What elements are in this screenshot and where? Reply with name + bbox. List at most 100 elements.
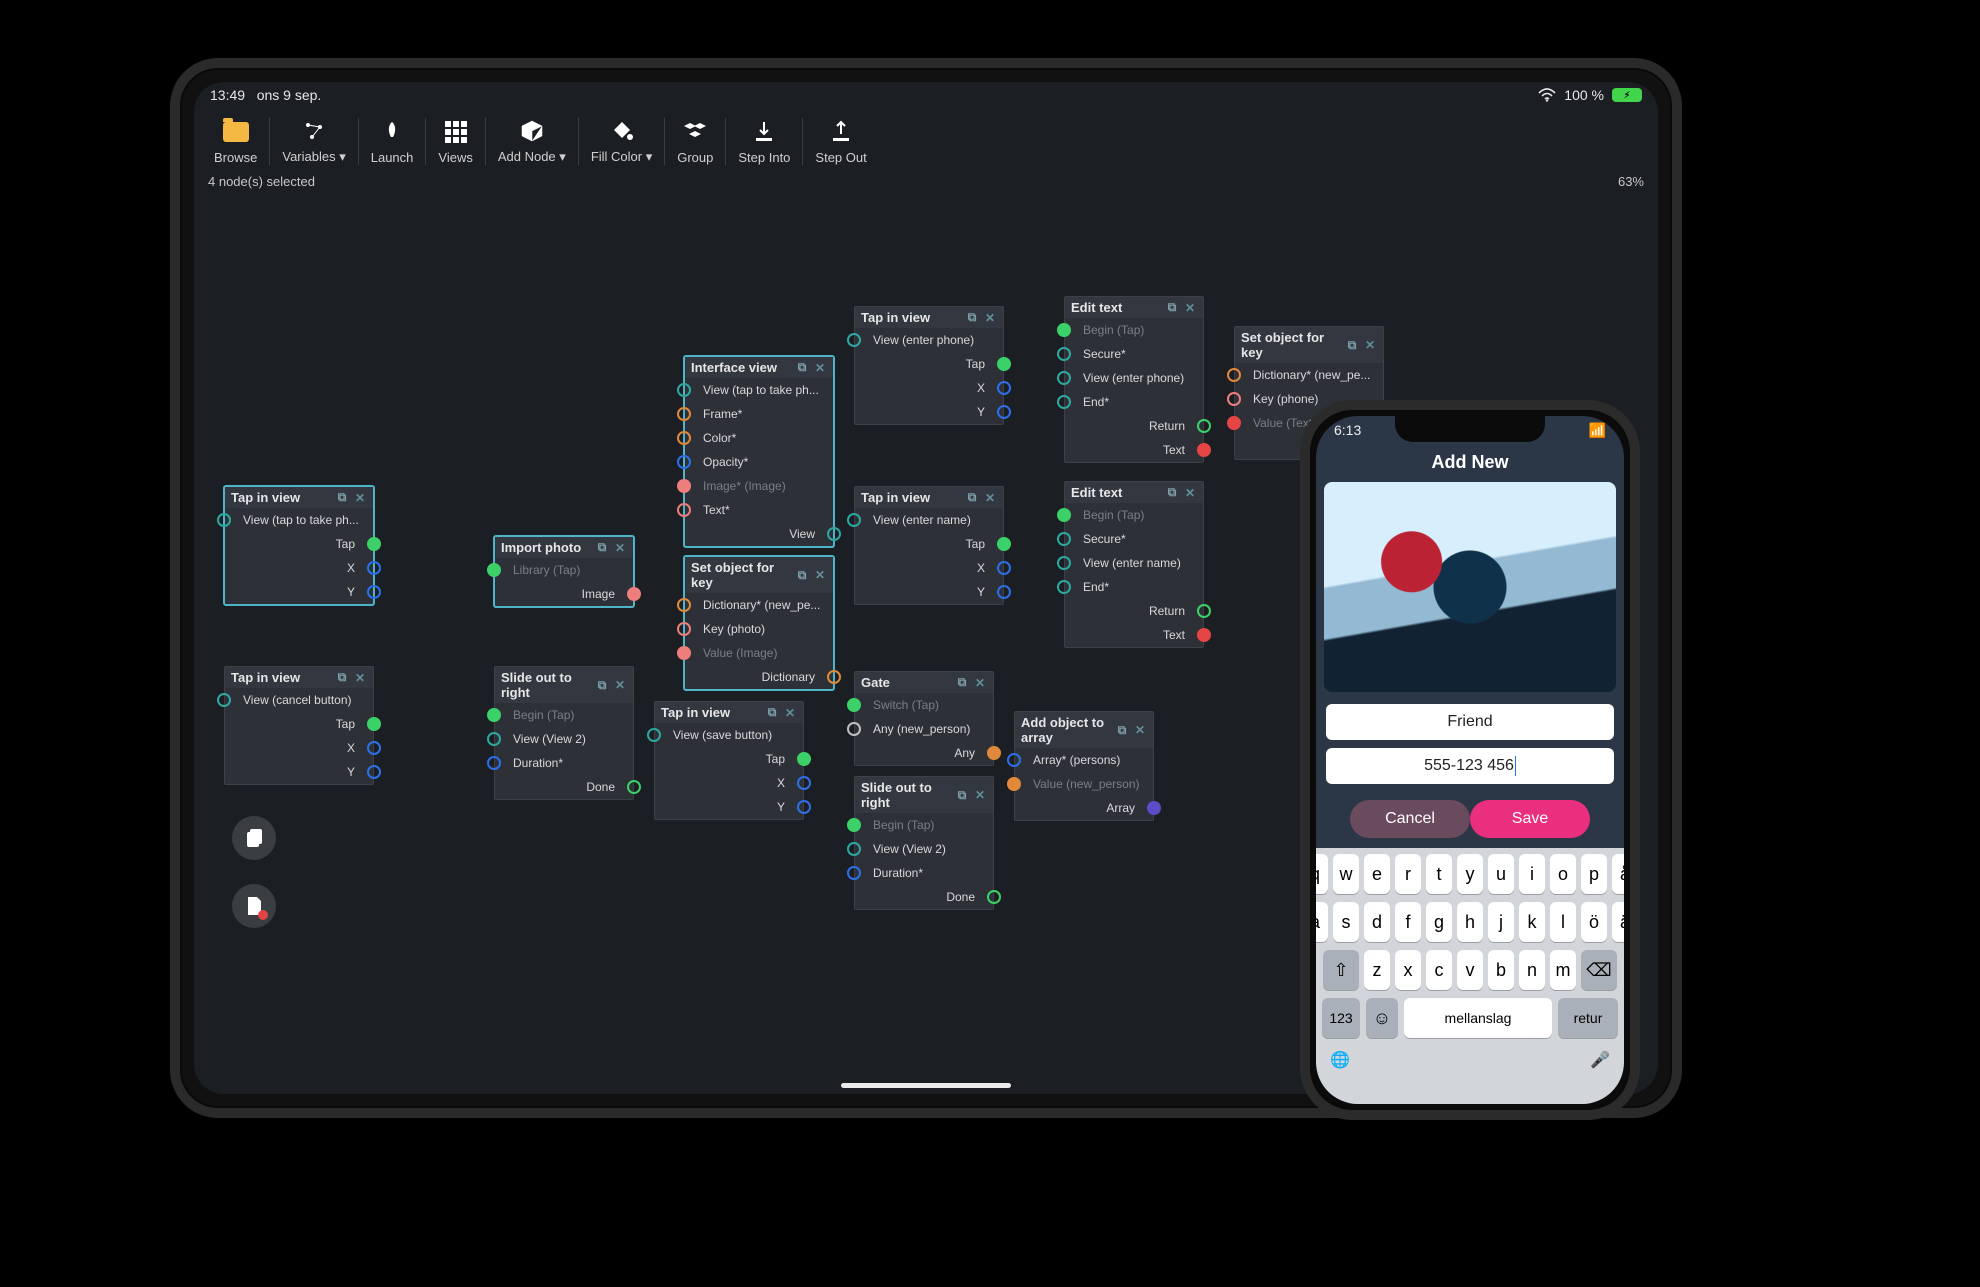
- node-edit-text-phone[interactable]: Edit text⧉✕ Begin (Tap) Secure* View (en…: [1064, 296, 1204, 463]
- key[interactable]: h: [1457, 902, 1483, 942]
- port[interactable]: [487, 563, 501, 577]
- port[interactable]: [1057, 347, 1071, 361]
- space-key[interactable]: mellanslag: [1404, 998, 1552, 1038]
- node-header[interactable]: Tap in view⧉✕: [855, 307, 1003, 328]
- key[interactable]: i: [1519, 854, 1545, 894]
- close-icon[interactable]: ✕: [783, 706, 797, 720]
- node-header[interactable]: Slide out to right⧉✕: [855, 777, 993, 813]
- node-header[interactable]: Set object for key⧉✕: [685, 557, 833, 593]
- numbers-key[interactable]: 123: [1322, 998, 1360, 1038]
- port[interactable]: [367, 585, 381, 599]
- copy-icon[interactable]: ⧉: [1165, 486, 1179, 500]
- close-icon[interactable]: ✕: [983, 311, 997, 325]
- copy-icon[interactable]: ⧉: [335, 671, 349, 685]
- port[interactable]: [1057, 580, 1071, 594]
- port[interactable]: [1197, 604, 1211, 618]
- close-icon[interactable]: ✕: [983, 491, 997, 505]
- port[interactable]: [847, 513, 861, 527]
- node-header[interactable]: Tap in view⧉✕: [655, 702, 803, 723]
- port[interactable]: [1197, 419, 1211, 433]
- cancel-button[interactable]: Cancel: [1350, 800, 1470, 838]
- key[interactable]: f: [1395, 902, 1421, 942]
- node-slide-out-2[interactable]: Slide out to right⧉✕ Begin (Tap) View (V…: [854, 776, 994, 910]
- port[interactable]: [1057, 508, 1071, 522]
- key[interactable]: m: [1550, 950, 1576, 990]
- copy-icon[interactable]: ⧉: [795, 568, 809, 582]
- node-tap-save[interactable]: Tap in view⧉✕ View (save button) Tap X Y: [654, 701, 804, 820]
- node-interface-view[interactable]: Interface view⧉✕ View (tap to take ph...…: [684, 356, 834, 547]
- port[interactable]: [1227, 368, 1241, 382]
- port[interactable]: [647, 728, 661, 742]
- key[interactable]: å: [1612, 854, 1624, 894]
- port[interactable]: [987, 890, 1001, 904]
- port[interactable]: [1057, 371, 1071, 385]
- port[interactable]: [367, 741, 381, 755]
- port[interactable]: [1057, 556, 1071, 570]
- port[interactable]: [847, 698, 861, 712]
- globe-icon[interactable]: 🌐: [1330, 1050, 1350, 1070]
- port[interactable]: [627, 587, 641, 601]
- port[interactable]: [847, 842, 861, 856]
- port[interactable]: [797, 776, 811, 790]
- copy-icon[interactable]: ⧉: [795, 361, 809, 375]
- port[interactable]: [367, 765, 381, 779]
- key[interactable]: u: [1488, 854, 1514, 894]
- port[interactable]: [487, 708, 501, 722]
- port[interactable]: [677, 383, 691, 397]
- copy-icon[interactable]: ⧉: [335, 491, 349, 505]
- port[interactable]: [997, 537, 1011, 551]
- copy-icon[interactable]: ⧉: [955, 788, 969, 802]
- key[interactable]: k: [1519, 902, 1545, 942]
- port[interactable]: [847, 866, 861, 880]
- copy-icon[interactable]: ⧉: [955, 676, 969, 690]
- port[interactable]: [487, 756, 501, 770]
- port[interactable]: [997, 405, 1011, 419]
- port[interactable]: [487, 732, 501, 746]
- close-icon[interactable]: ✕: [1183, 301, 1197, 315]
- key[interactable]: w: [1333, 854, 1359, 894]
- port[interactable]: [1057, 395, 1071, 409]
- port[interactable]: [677, 598, 691, 612]
- group-button[interactable]: Group: [664, 118, 725, 165]
- key[interactable]: l: [1550, 902, 1576, 942]
- node-header[interactable]: Tap in view⧉✕: [225, 487, 373, 508]
- port[interactable]: [1007, 777, 1021, 791]
- emoji-key[interactable]: ☺: [1366, 998, 1398, 1038]
- key[interactable]: a: [1316, 902, 1328, 942]
- port[interactable]: [797, 800, 811, 814]
- shift-key[interactable]: ⇧: [1323, 950, 1359, 990]
- add-node-button[interactable]: Add Node ▾: [485, 117, 578, 165]
- key[interactable]: j: [1488, 902, 1514, 942]
- port[interactable]: [367, 537, 381, 551]
- node-header[interactable]: Tap in view⧉✕: [225, 667, 373, 688]
- port[interactable]: [677, 431, 691, 445]
- views-button[interactable]: Views: [425, 118, 484, 165]
- key[interactable]: d: [1364, 902, 1390, 942]
- port[interactable]: [217, 693, 231, 707]
- close-icon[interactable]: ✕: [1363, 338, 1377, 352]
- key[interactable]: e: [1364, 854, 1390, 894]
- key[interactable]: q: [1316, 854, 1328, 894]
- copy-icon[interactable]: ⧉: [595, 678, 609, 692]
- port[interactable]: [367, 717, 381, 731]
- copy-icon[interactable]: ⧉: [765, 706, 779, 720]
- copy-icon[interactable]: ⧉: [965, 491, 979, 505]
- node-header[interactable]: Gate⧉✕: [855, 672, 993, 693]
- key[interactable]: ö: [1581, 902, 1607, 942]
- browse-button[interactable]: Browse: [202, 118, 269, 165]
- node-edit-text-name[interactable]: Edit text⧉✕ Begin (Tap) Secure* View (en…: [1064, 481, 1204, 648]
- node-header[interactable]: Import photo⧉✕: [495, 537, 633, 558]
- port[interactable]: [677, 455, 691, 469]
- node-header[interactable]: Edit text⧉✕: [1065, 297, 1203, 318]
- copy-icon[interactable]: ⧉: [1345, 338, 1359, 352]
- port[interactable]: [1057, 532, 1071, 546]
- node-tap-name[interactable]: Tap in view⧉✕ View (enter name) Tap X Y: [854, 486, 1004, 605]
- fab-file[interactable]: [232, 884, 276, 928]
- node-tap-phone[interactable]: Tap in view⧉✕ View (enter phone) Tap X Y: [854, 306, 1004, 425]
- return-key[interactable]: retur: [1558, 998, 1618, 1038]
- key[interactable]: b: [1488, 950, 1514, 990]
- port[interactable]: [797, 752, 811, 766]
- node-set-object-photo[interactable]: Set object for key⧉✕ Dictionary* (new_pe…: [684, 556, 834, 690]
- phone-field[interactable]: 555-123 456: [1326, 748, 1614, 784]
- key[interactable]: p: [1581, 854, 1607, 894]
